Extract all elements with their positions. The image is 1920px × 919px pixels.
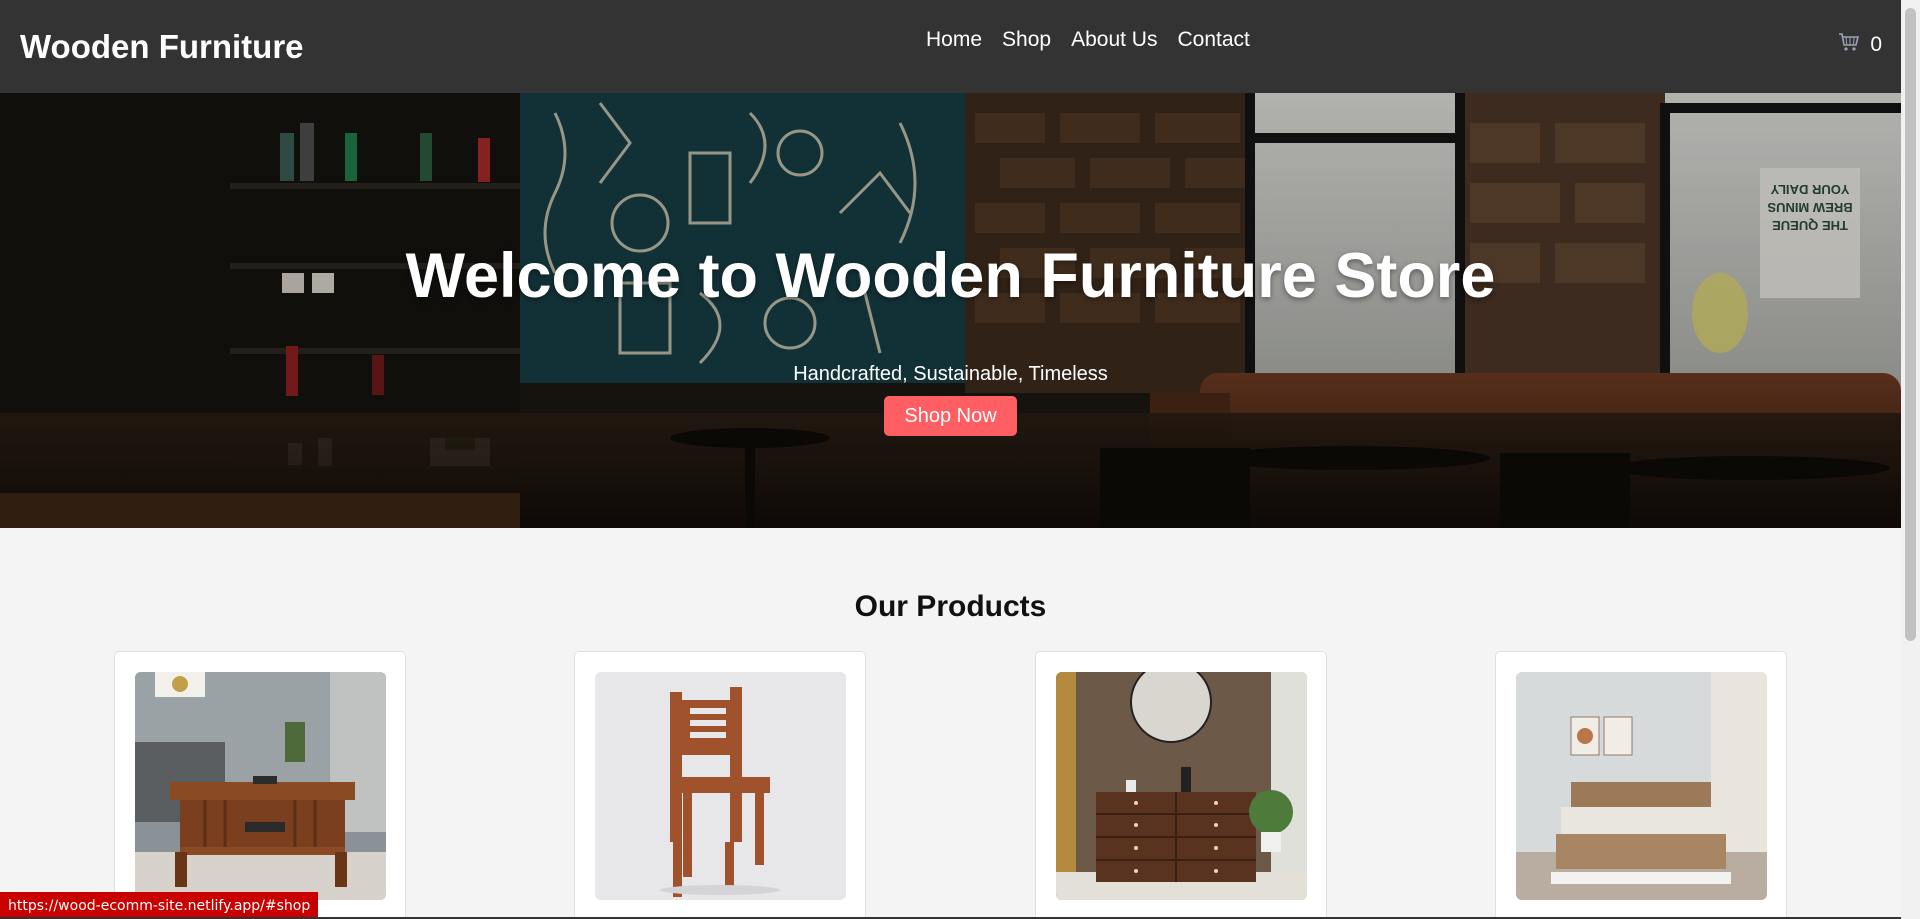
cart-button[interactable]: 0 bbox=[1838, 32, 1882, 58]
products-section-title: Our Products bbox=[854, 590, 1047, 623]
scrollbar-thumb[interactable] bbox=[1905, 8, 1916, 641]
hero-subtitle: Handcrafted, Sustainable, Timeless bbox=[793, 363, 1108, 385]
wooden-bed-image bbox=[1516, 672, 1767, 900]
cart-count: 0 bbox=[1870, 33, 1882, 56]
nav-home[interactable]: Home bbox=[926, 28, 982, 52]
chest-of-drawers-image bbox=[1056, 672, 1307, 900]
shop-now-button[interactable]: Shop Now bbox=[884, 396, 1017, 436]
site-header: Wooden Furniture Home Shop About Us Cont… bbox=[0, 0, 1901, 93]
link-preview-status-bar: https://wood-ecomm-site.netlify.app/#sho… bbox=[0, 892, 319, 919]
nav-contact[interactable]: Contact bbox=[1177, 28, 1249, 52]
product-card[interactable] bbox=[1495, 651, 1787, 919]
main-nav: Home Shop About Us Contact bbox=[926, 28, 1250, 52]
product-card[interactable] bbox=[574, 651, 866, 919]
nav-about-us[interactable]: About Us bbox=[1071, 28, 1157, 52]
product-card[interactable] bbox=[114, 651, 406, 919]
product-card[interactable] bbox=[1035, 651, 1327, 919]
nav-shop[interactable]: Shop bbox=[1002, 28, 1051, 52]
wooden-chair-image bbox=[595, 672, 846, 900]
coffee-table-image bbox=[135, 672, 386, 900]
hero-banner: YOUR DAILY BREW MINUS THE QUEUE Welcome … bbox=[0, 93, 1901, 528]
hero-title: Welcome to Wooden Furniture Store bbox=[405, 241, 1496, 311]
site-logo[interactable]: Wooden Furniture bbox=[20, 28, 304, 66]
page-scrollbar[interactable] bbox=[1901, 0, 1920, 919]
cart-icon bbox=[1838, 32, 1860, 58]
